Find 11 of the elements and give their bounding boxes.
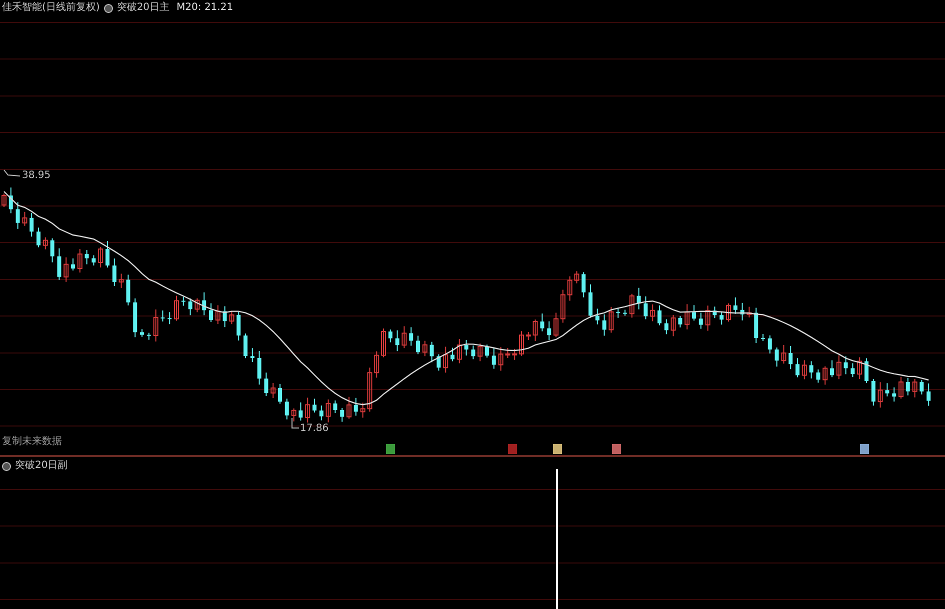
leader-line [292,418,300,428]
security-title: 佳禾智能(日线前复权) [2,1,100,15]
collapse-icon [2,462,11,470]
chart-note: 复制未来数据 [2,436,62,448]
indicator-title: 突破20日副 [15,459,68,473]
collapse-icon [104,4,113,12]
price-label: 17.86 [300,423,329,435]
ma-reading: M20: 21.21 [176,1,234,15]
price-label: 38.95 [22,170,51,182]
leader-line [4,170,20,176]
indicator-title: 突破20日主 [116,1,170,15]
